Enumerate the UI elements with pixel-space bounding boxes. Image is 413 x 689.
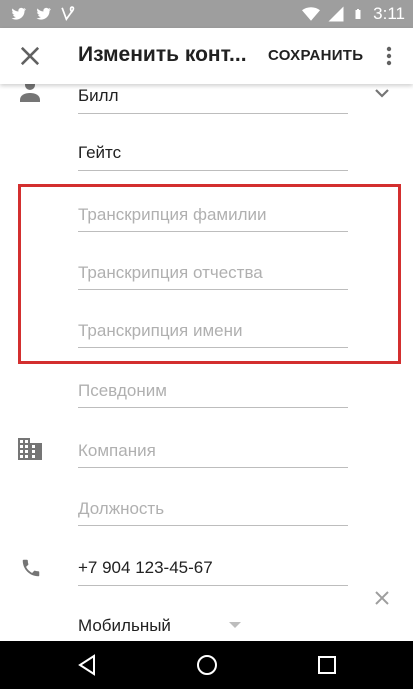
last-name-value: Гейтс — [78, 143, 122, 162]
person-icon — [20, 84, 40, 102]
highlight-box — [18, 184, 401, 364]
status-bar: 3:11 — [0, 0, 413, 28]
company-icon — [18, 438, 42, 460]
remove-phone-icon[interactable] — [372, 588, 392, 608]
chevron-down-icon[interactable] — [372, 86, 392, 102]
phone-icon — [22, 559, 40, 577]
home-icon[interactable] — [195, 653, 219, 677]
twitter-icon — [36, 7, 51, 20]
battery-icon — [355, 9, 361, 19]
nickname-placeholder: Псевдоним — [78, 381, 167, 400]
status-clock: 3:11 — [373, 4, 405, 23]
phone-field[interactable]: +7 904 123-45-67 — [78, 556, 348, 586]
job-title-field[interactable]: Должность — [78, 496, 348, 526]
more-options-icon[interactable] — [378, 42, 400, 70]
first-name-field[interactable]: Билл — [78, 84, 348, 114]
close-icon[interactable] — [16, 42, 44, 70]
phone-type-select[interactable]: Мобильный — [78, 614, 243, 641]
first-name-value: Билл — [78, 86, 119, 105]
dropdown-arrow-icon[interactable] — [228, 621, 242, 629]
page-title: Изменить конт... — [78, 43, 247, 66]
save-button[interactable]: СОХРАНИТЬ — [268, 47, 363, 64]
wifi-icon — [302, 7, 321, 21]
phone-type-value: Мобильный — [78, 616, 171, 635]
back-icon[interactable] — [76, 654, 98, 676]
phone-value: +7 904 123-45-67 — [78, 558, 213, 577]
nickname-field[interactable]: Псевдоним — [78, 378, 348, 408]
recents-icon[interactable] — [316, 654, 338, 676]
signal-icon — [328, 6, 344, 22]
job-title-placeholder: Должность — [78, 499, 165, 518]
navigation-bar — [0, 641, 413, 689]
last-name-field[interactable]: Гейтс — [78, 141, 348, 171]
app-bar: Изменить конт... СОХРАНИТЬ — [0, 28, 413, 84]
twitter-icon — [11, 7, 26, 20]
company-field[interactable]: Компания — [78, 438, 348, 468]
company-placeholder: Компания — [78, 441, 156, 460]
vine-icon — [61, 6, 75, 21]
contact-form: Билл Гейтс Транскрипция фамилии Транскри… — [0, 84, 413, 641]
